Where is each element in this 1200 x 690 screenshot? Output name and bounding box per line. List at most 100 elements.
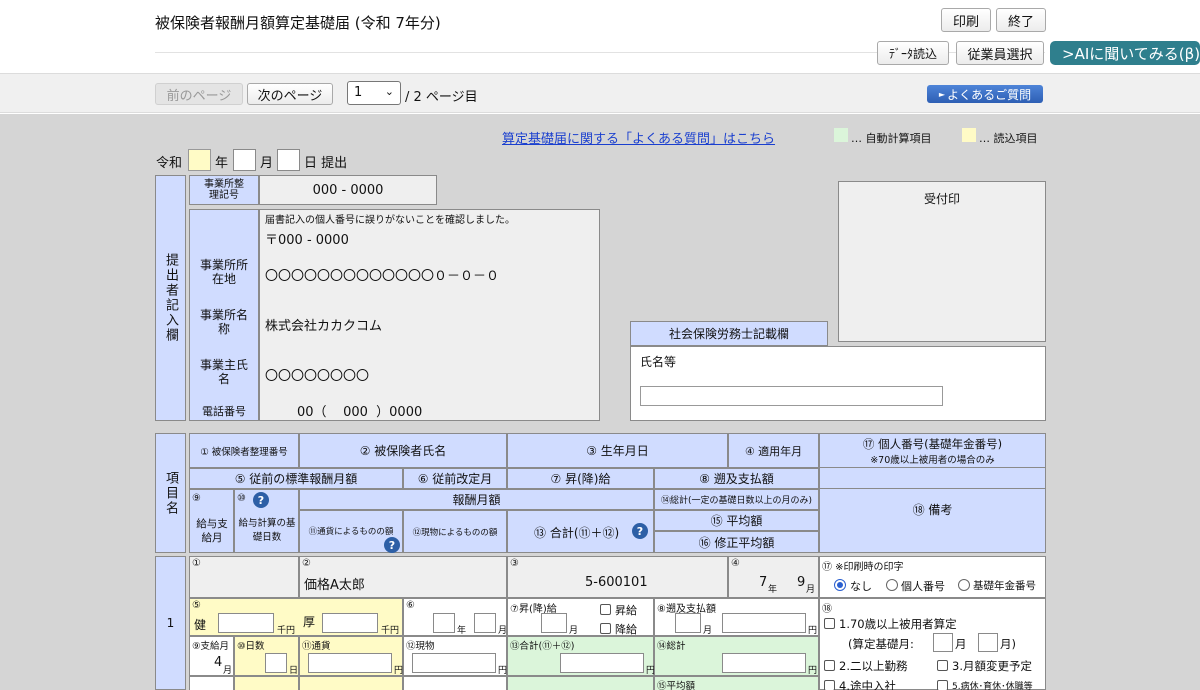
grand-total-input[interactable] <box>722 653 806 673</box>
faq-link[interactable]: 算定基礎届に関する「よくある質問」はこちら <box>502 128 775 147</box>
ask-ai-button[interactable]: >AIに聞いてみる(β) <box>1050 41 1200 65</box>
header-17-note: ※70歳以上被用者の場合のみ <box>870 455 995 466</box>
month-input[interactable] <box>233 149 256 171</box>
header-10: ⑩ ? 給与計算の基礎日数 <box>234 489 299 553</box>
raise-checkbox[interactable] <box>600 604 611 615</box>
company-name-label: 事業所名称 <box>199 308 248 336</box>
record-row4-c <box>299 676 403 690</box>
radio-mynumber-label: 個人番号 <box>901 580 945 593</box>
mid-checkbox[interactable] <box>824 680 835 690</box>
header-14: ⑭総計(一定の基礎日数以上の月のみ) <box>654 489 819 510</box>
record-kou: 厚 <box>303 615 316 629</box>
radio-pension-label: 基礎年金番号 <box>973 580 1036 592</box>
leave-label: 5.病休･育休･休職等 <box>952 682 1033 690</box>
total-input[interactable] <box>560 653 644 673</box>
kou-unit: 千円 <box>381 626 400 636</box>
help-icon-11[interactable]: ? <box>384 537 400 553</box>
leave-checkbox[interactable] <box>937 680 948 690</box>
prev-revision-year-input[interactable] <box>433 613 455 633</box>
radio-mynumber[interactable] <box>886 579 898 591</box>
day-input[interactable] <box>277 149 300 171</box>
record-n17: ⑰ ※印刷時の印字 <box>822 562 904 573</box>
record-n14: ⑭総計 <box>657 641 686 652</box>
raise-month-input[interactable] <box>541 613 567 633</box>
base-month-label: (算定基礎月: <box>848 637 914 651</box>
currency-unit: 円 <box>394 666 404 676</box>
header-1: ① 被保険者整理番号 <box>189 433 299 468</box>
header-16: ⑯ 修正平均額 <box>654 531 819 553</box>
kou-input[interactable] <box>322 613 378 633</box>
record-average-cell: ⑮平均額 <box>654 676 819 690</box>
record-row4-e <box>507 676 654 690</box>
record-paymonth-unit: 月 <box>223 666 233 676</box>
ken-input[interactable] <box>218 613 274 633</box>
page-select[interactable]: 1 ⌄ <box>347 81 401 105</box>
header-8: ⑧ 遡及支払額 <box>654 468 819 489</box>
retro-amount-input[interactable] <box>722 613 806 633</box>
year-input[interactable] <box>188 149 211 171</box>
base-month-input-1[interactable] <box>933 633 953 652</box>
address-label: 事業所所在地 <box>199 258 248 286</box>
legend-load-label: … 読込項目 <box>979 132 1038 145</box>
currency-input[interactable] <box>308 653 392 673</box>
base-month-input-2[interactable] <box>978 633 998 652</box>
inkind-input[interactable] <box>412 653 496 673</box>
help-icon-10[interactable]: ? <box>253 492 269 508</box>
record-n18: ⑱ <box>822 604 832 615</box>
era-label: 令和 <box>156 156 183 171</box>
over70-checkbox[interactable] <box>824 618 835 629</box>
retro-amount-unit: 円 <box>808 626 818 636</box>
retro-month-input[interactable] <box>675 613 701 633</box>
header-5: ⑤ 従前の標準報酬月額 <box>189 468 403 489</box>
submitter-side-text: 提出者記入欄 <box>163 253 178 343</box>
print-button[interactable]: 印刷 <box>941 8 991 32</box>
header-18: ⑱ 備考 <box>912 503 953 517</box>
change-checkbox[interactable] <box>937 660 948 671</box>
multi-label: 2.二以上勤務 <box>839 659 908 673</box>
sharoushi-name-input[interactable] <box>640 386 943 406</box>
days-unit: 日 <box>289 666 299 676</box>
faq-button[interactable]: ► よくあるご質問 <box>927 85 1043 103</box>
day-unit: 日 提出 <box>304 156 348 171</box>
data-load-button[interactable]: ﾃﾞｰﾀ読込 <box>877 41 949 65</box>
raise-month-unit: 月 <box>569 626 579 636</box>
owner-value: 〇〇〇〇〇〇〇〇 <box>265 369 370 384</box>
header-9-label: 給与支給月 <box>196 518 228 544</box>
year-unit: 年 <box>215 156 229 171</box>
header-15: ⑮ 平均額 <box>654 510 819 531</box>
ken-unit: 千円 <box>277 626 296 636</box>
days-input[interactable] <box>265 653 287 673</box>
header-17-title: ⑰ 個人番号(基礎年金番号) <box>862 437 1003 451</box>
fall-checkbox[interactable] <box>600 623 611 634</box>
prev-page-button[interactable]: 前のページ <box>155 83 243 105</box>
header-4: ④ 適用年月 <box>728 433 819 468</box>
next-page-button[interactable]: 次のページ <box>247 83 333 105</box>
radio-pension[interactable] <box>958 579 970 591</box>
record-n3: ③ <box>510 558 519 569</box>
help-icon-13[interactable]: ? <box>632 523 648 539</box>
items-side-label: 項目名 <box>155 433 186 553</box>
header-9: ⑨ 給与支給月 <box>189 489 234 553</box>
prev-revision-month-input[interactable] <box>474 613 496 633</box>
record-n15: ⑮平均額 <box>657 681 696 690</box>
employee-select-button[interactable]: 従業員選択 <box>956 41 1044 65</box>
record-n1-cell: ① <box>189 556 299 598</box>
end-button[interactable]: 終了 <box>996 8 1046 32</box>
header-10-num: ⑩ <box>237 493 246 504</box>
record-n5: ⑤ <box>192 600 201 611</box>
record-n1: ① <box>192 558 201 569</box>
radio-none-label: なし <box>850 580 872 593</box>
base-month-unit-1: 月 <box>955 637 967 651</box>
header-17-cont <box>819 468 1046 489</box>
company-name-value: 株式会社カカクコム <box>265 319 383 334</box>
record-total-cell: ⑬合計(⑪＋⑫) 円 <box>507 636 655 676</box>
postal-code: 〒000 - 0000 <box>265 233 349 248</box>
multi-checkbox[interactable] <box>824 660 835 671</box>
record-n4: ④ <box>731 558 740 569</box>
record-row4-a <box>189 676 234 690</box>
inkind-unit: 円 <box>498 666 508 676</box>
grand-total-unit: 円 <box>808 666 818 676</box>
radio-none[interactable] <box>834 579 846 591</box>
record-n10: ⑩日数 <box>237 641 265 652</box>
record-apply-month-unit: 月 <box>806 585 816 595</box>
